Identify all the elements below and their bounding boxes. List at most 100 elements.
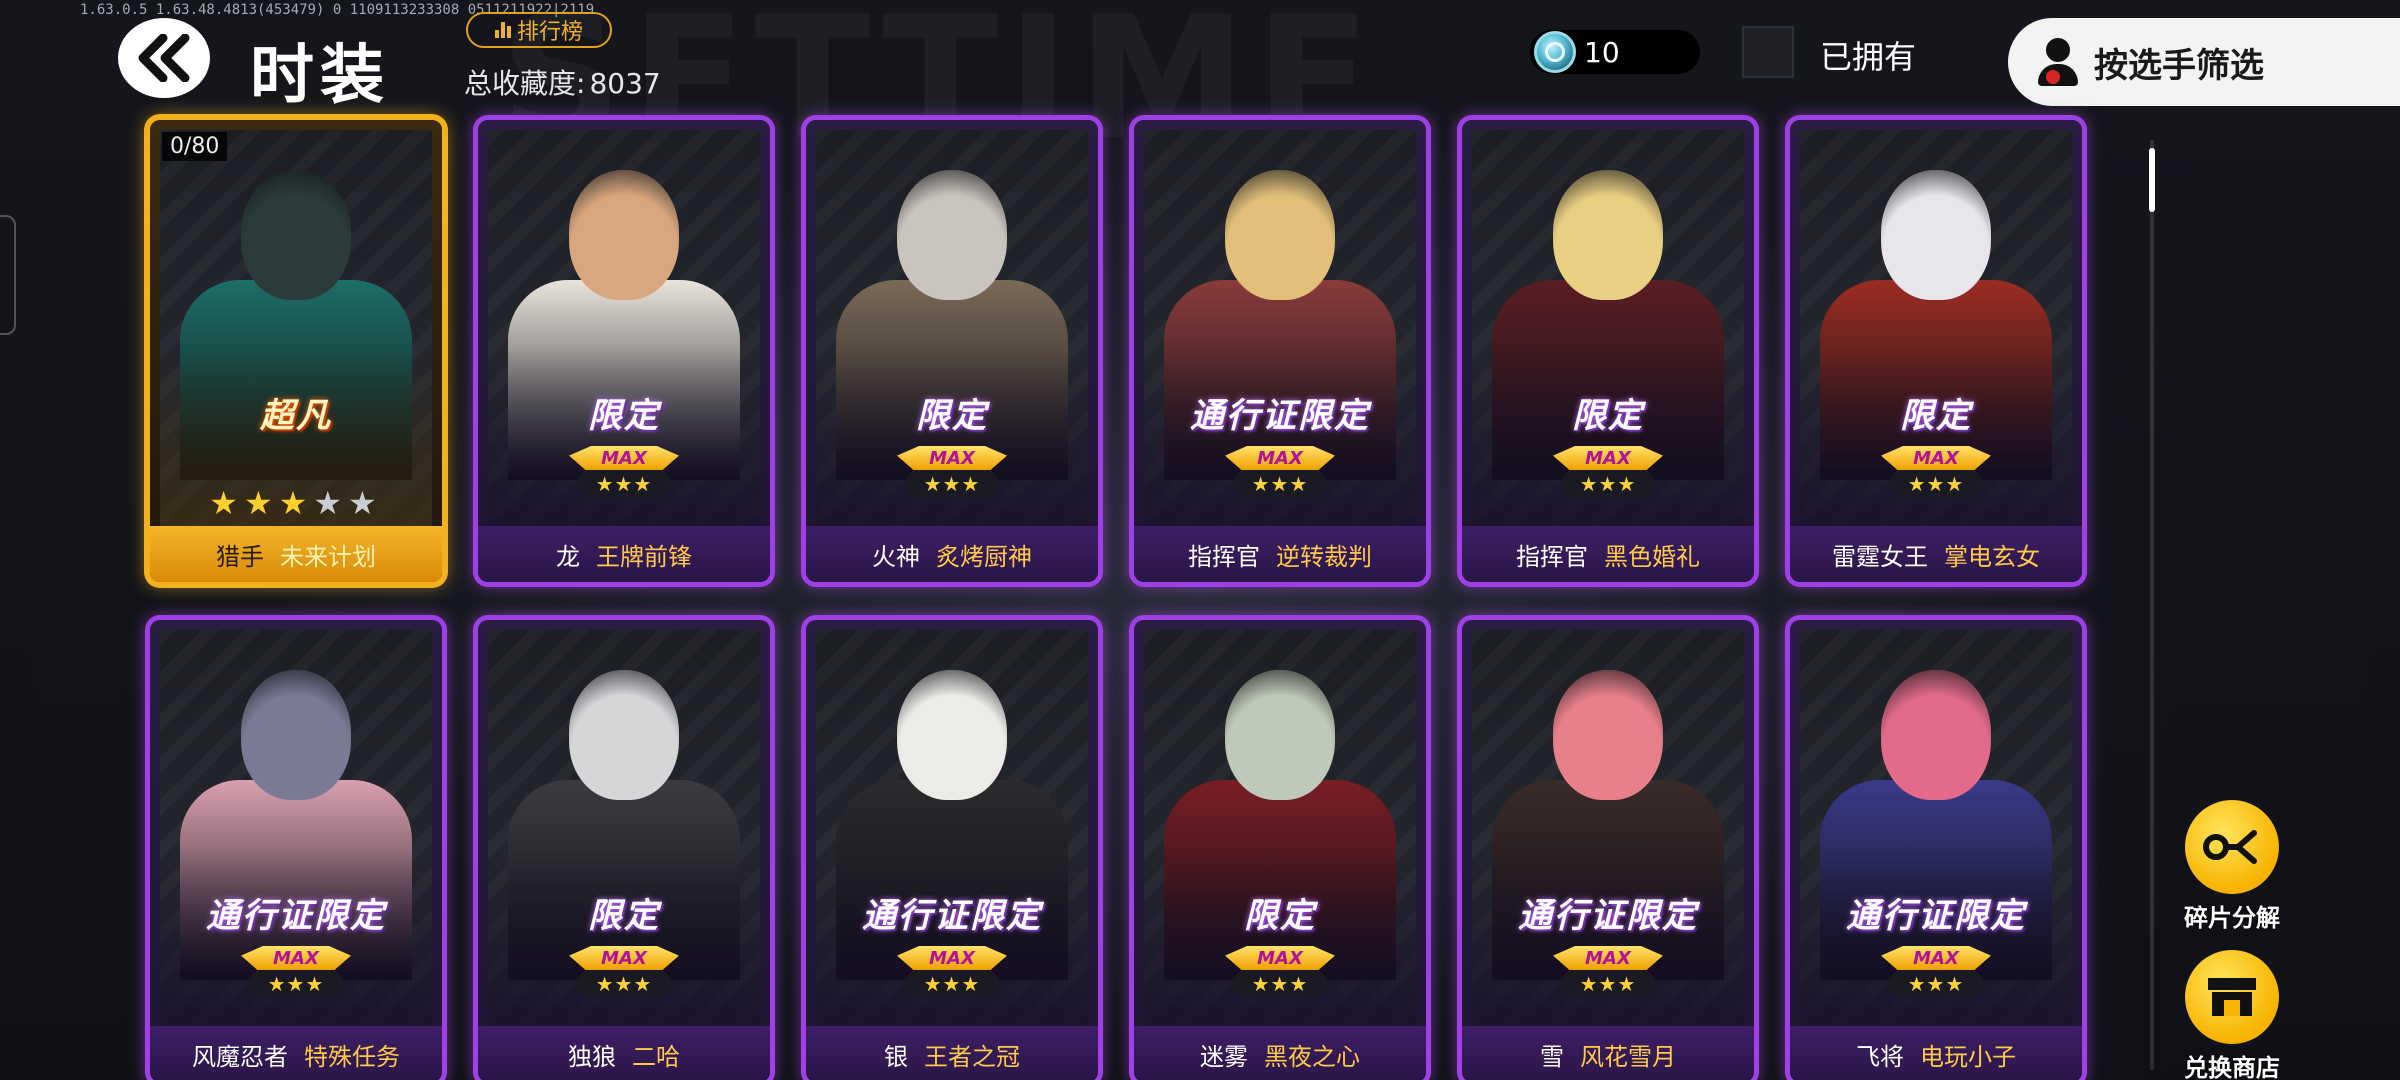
skin-tag: 通行证限定	[806, 888, 1098, 937]
max-badge: MAX ★★★	[1881, 446, 1991, 500]
star-icon: ★	[209, 484, 244, 522]
skin-tag: 限定	[478, 388, 770, 437]
name-bar: 雪风花雪月	[1462, 1026, 1754, 1080]
character-name: 猎手	[216, 542, 264, 571]
name-bar: 风魔忍者 特殊任务	[150, 1026, 442, 1080]
max-stars: ★★★	[1233, 470, 1327, 498]
skin-tag: 限定	[806, 388, 1098, 437]
player-filter-label: 按选手筛选	[2094, 45, 2264, 86]
name-bar: 火神 炙烤厨神	[806, 526, 1098, 582]
skin-card[interactable]: 通行证限定 MAX ★★★ 飞将 电玩小子	[1790, 620, 2082, 1080]
character-name: 指挥官	[1188, 542, 1260, 571]
character-name: 风魔忍者	[192, 1042, 288, 1071]
skin-card[interactable]: 通行证限定 MAX ★★★ 雪风花雪月	[1462, 620, 1754, 1080]
max-label: MAX	[1881, 946, 1991, 970]
max-badge: MAX ★★★	[569, 946, 679, 1000]
max-badge: MAX ★★★	[241, 946, 351, 1000]
max-badge: MAX ★★★	[1553, 946, 1663, 1000]
skin-tag: 通行证限定	[1462, 888, 1754, 937]
star-icon: ★	[313, 484, 349, 522]
character-name: 独狼	[568, 1042, 616, 1071]
max-stars: ★★★	[1561, 970, 1655, 998]
max-label: MAX	[241, 946, 351, 970]
exchange-shop-button[interactable]: 兑换商店	[2170, 950, 2294, 1080]
decompose-label: 碎片分解	[2184, 904, 2280, 932]
skin-tag: 超凡	[150, 388, 442, 437]
name-bar: 飞将 电玩小子	[1790, 1026, 2082, 1080]
character-name: 指挥官	[1516, 542, 1588, 571]
character-name: 雷霆女王	[1832, 542, 1928, 571]
name-bar: 龙王牌前锋	[478, 526, 770, 582]
back-button[interactable]	[118, 18, 210, 98]
skin-card[interactable]: 限定 MAX ★★★ 龙王牌前锋	[478, 120, 770, 582]
skin-tag: 通行证限定	[150, 888, 442, 937]
ranking-label: 排行榜	[516, 20, 583, 45]
player-filter-button[interactable]: 按选手筛选	[2008, 18, 2400, 106]
max-label: MAX	[897, 446, 1007, 470]
scrollbar-track[interactable]	[2150, 140, 2154, 1070]
character-name: 火神	[872, 542, 920, 571]
max-badge: MAX ★★★	[1881, 946, 1991, 1000]
name-bar: 独狼 二哈	[478, 1026, 770, 1080]
max-badge: MAX ★★★	[1553, 446, 1663, 500]
name-bar: 迷雾 黑夜之心	[1134, 1026, 1426, 1080]
name-bar: 雷霆女王 掌电玄女	[1790, 526, 2082, 582]
skin-name: 二哈	[632, 1042, 680, 1071]
max-stars: ★★★	[577, 470, 671, 498]
decompose-button[interactable]: 碎片分解	[2170, 800, 2294, 933]
skin-card[interactable]: 限定 MAX ★★★ 独狼 二哈	[478, 620, 770, 1080]
skin-name: 黑夜之心	[1264, 1042, 1360, 1071]
skin-name: 炙烤厨神	[936, 542, 1032, 571]
name-bar: 猎手 未来计划	[150, 526, 442, 582]
skin-card[interactable]: 0/80 超凡 ★★★★★ 猎手 未来计划	[150, 120, 442, 582]
skin-card[interactable]: 限定 MAX ★★★ 火神 炙烤厨神	[806, 120, 1098, 582]
skin-tag: 限定	[478, 888, 770, 937]
max-stars: ★★★	[905, 970, 999, 998]
notification-dot	[2046, 70, 2060, 84]
collection-count: 0/80	[162, 132, 228, 161]
skin-name: 黑色婚礼	[1604, 542, 1700, 571]
max-stars: ★★★	[249, 970, 343, 998]
double-chevron-left-icon	[138, 34, 190, 82]
max-badge: MAX ★★★	[569, 446, 679, 500]
max-label: MAX	[1553, 446, 1663, 470]
skin-name: 掌电玄女	[1944, 542, 2040, 571]
skin-grid: 0/80 超凡 ★★★★★ 猎手 未来计划 限定 MAX ★★★ 龙王牌前锋 限定 MAX ★★★ 火神…	[150, 120, 2100, 1080]
skin-tag: 通行证限定	[1790, 888, 2082, 937]
coin-icon	[1534, 31, 1576, 73]
character-name: 银	[884, 1042, 908, 1071]
max-label: MAX	[1225, 446, 1335, 470]
skin-card[interactable]: 通行证限定 MAX ★★★ 风魔忍者 特殊任务	[150, 620, 442, 1080]
currency-amount: 10	[1584, 35, 1620, 69]
name-bar: 指挥官 逆转裁判	[1134, 526, 1426, 582]
max-label: MAX	[1881, 446, 1991, 470]
skin-card[interactable]: 通行证限定 MAX ★★★ 指挥官 逆转裁判	[1134, 120, 1426, 582]
skin-name: 电玩小子	[1920, 1042, 2016, 1071]
page-title: 时装	[250, 39, 390, 113]
skin-name: 未来计划	[280, 542, 376, 571]
skin-name: 逆转裁判	[1276, 542, 1372, 571]
max-label: MAX	[897, 946, 1007, 970]
currency-display[interactable]: 10	[1530, 30, 1700, 74]
star-icon: ★	[348, 484, 383, 522]
skin-card[interactable]: 限定 MAX ★★★ 指挥官 黑色婚礼	[1462, 120, 1754, 582]
skin-card[interactable]: 通行证限定 MAX ★★★ 银王者之冠	[806, 620, 1098, 1080]
skin-card[interactable]: 限定 MAX ★★★ 迷雾 黑夜之心	[1134, 620, 1426, 1080]
ranking-button[interactable]: 排行榜	[466, 12, 612, 48]
skin-name: 王者之冠	[924, 1042, 1020, 1071]
shop-icon	[2185, 950, 2279, 1044]
max-stars: ★★★	[1889, 970, 1983, 998]
left-edge-tab[interactable]	[0, 215, 16, 335]
owned-filter-label[interactable]: 已拥有	[1820, 32, 1916, 78]
name-bar: 银王者之冠	[806, 1026, 1098, 1080]
skin-card[interactable]: 限定 MAX ★★★ 雷霆女王 掌电玄女	[1790, 120, 2082, 582]
max-badge: MAX ★★★	[1225, 446, 1335, 500]
max-label: MAX	[569, 446, 679, 470]
max-stars: ★★★	[1233, 970, 1327, 998]
skin-name: 王牌前锋	[596, 542, 692, 571]
scrollbar-thumb[interactable]	[2149, 148, 2155, 212]
character-name: 迷雾	[1200, 1042, 1248, 1071]
skin-tag: 通行证限定	[1134, 388, 1426, 437]
character-name: 飞将	[1856, 1042, 1904, 1071]
owned-filter-checkbox[interactable]	[1742, 26, 1794, 78]
